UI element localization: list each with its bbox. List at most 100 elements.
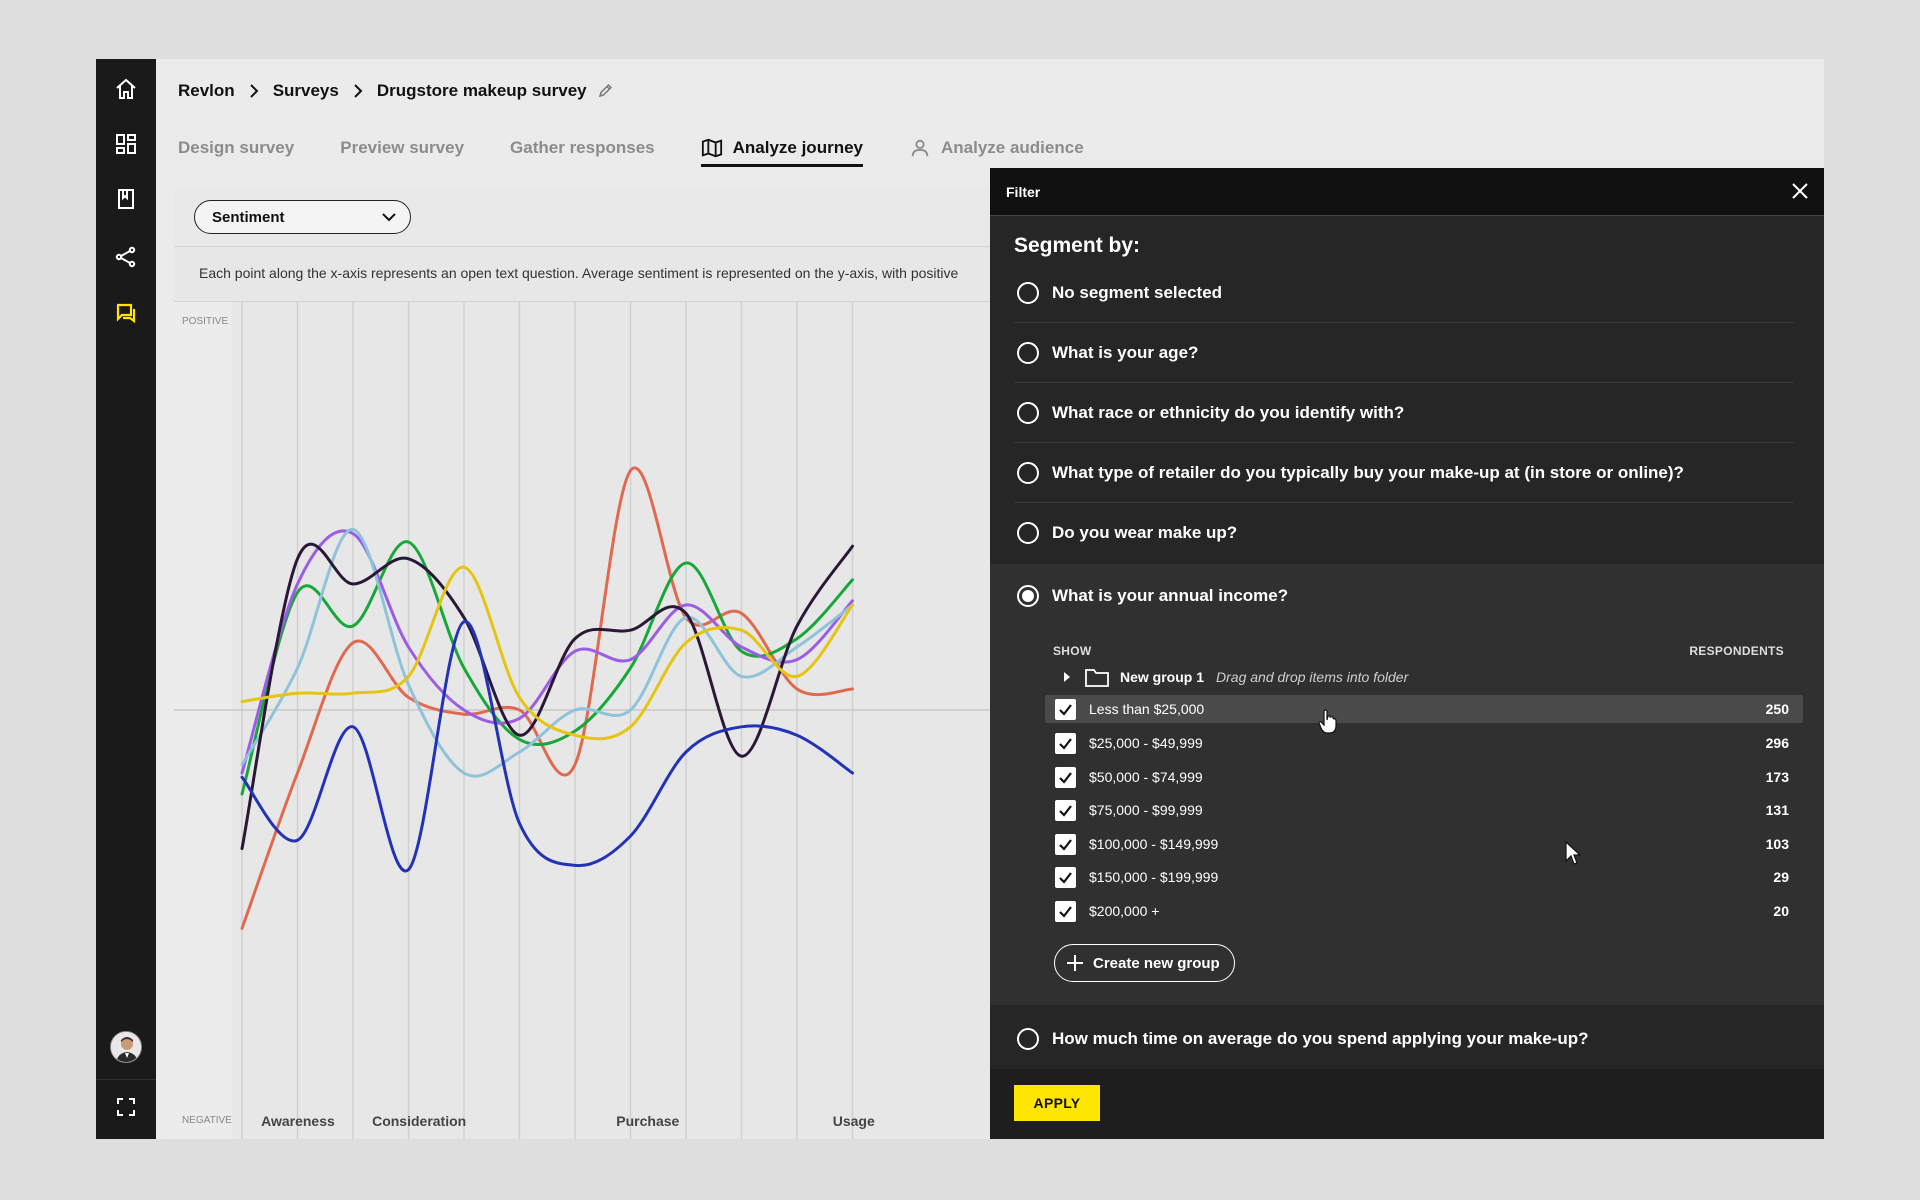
radio-button[interactable] <box>1017 461 1039 484</box>
hand-cursor-icon <box>1318 709 1337 734</box>
income-option-label: $100,000 - $149,999 <box>1089 836 1219 852</box>
respondent-count: 131 <box>1765 802 1789 818</box>
respondent-count: 173 <box>1765 769 1789 785</box>
radio-button[interactable] <box>1017 1028 1039 1050</box>
checkbox[interactable] <box>1055 698 1076 720</box>
tab-analyze-audience[interactable]: Analyze audience <box>909 129 1084 167</box>
chart-toolbar: Sentiment <box>174 187 1004 247</box>
group-hint: Drag and drop items into folder <box>1216 669 1409 685</box>
tab-preview-survey[interactable]: Preview survey <box>340 129 464 167</box>
segment-option-label: No segment selected <box>1052 282 1223 302</box>
tab-analyze-journey[interactable]: Analyze journey <box>700 129 864 167</box>
radio-button[interactable] <box>1017 281 1039 304</box>
income-option[interactable]: $25,000 - $49,999 296 <box>1045 729 1803 757</box>
tab-label: Analyze journey <box>732 138 863 157</box>
segment-option[interactable]: How much time on average do you spend ap… <box>1014 1009 1794 1069</box>
chevron-right-icon <box>339 84 377 98</box>
pencil-icon[interactable] <box>597 83 613 99</box>
income-option-label: $150,000 - $199,999 <box>1089 869 1219 885</box>
chevron-down-icon <box>382 213 396 222</box>
segment-option[interactable]: No segment selected <box>1014 263 1794 323</box>
person-icon <box>911 139 929 157</box>
segment-by-label: Segment by: <box>1014 234 1141 257</box>
stage-label: Usage <box>833 1113 875 1129</box>
chart-description: Each point along the x-axis represents a… <box>199 265 959 281</box>
breadcrumb-survey-name: Drugstore makeup survey <box>376 81 587 100</box>
segment-option[interactable]: What race or ethnicity do you identify w… <box>1014 383 1794 443</box>
income-option-label: $75,000 - $99,999 <box>1089 802 1203 818</box>
header: Revlon Surveys Drugstore makeup survey D… <box>156 59 1824 167</box>
create-new-group-button[interactable]: Create new group <box>1054 944 1235 982</box>
radio-button[interactable] <box>1017 401 1039 424</box>
income-option[interactable]: $150,000 - $199,999 29 <box>1045 863 1803 891</box>
stage-label: Purchase <box>616 1113 679 1129</box>
income-option-label: $25,000 - $49,999 <box>1089 735 1203 751</box>
breadcrumb-revlon[interactable]: Revlon <box>178 81 235 101</box>
metric-dropdown-value: Sentiment <box>212 208 285 226</box>
create-new-group-label: Create new group <box>1093 954 1220 972</box>
group-name: New group 1 <box>1120 669 1205 685</box>
left-rail <box>96 59 156 1139</box>
stage-label: Awareness <box>261 1113 335 1129</box>
breadcrumb-surveys[interactable]: Surveys <box>273 81 339 101</box>
share-icon[interactable] <box>109 240 143 274</box>
segment-option-label: What race or ethnicity do you identify w… <box>1052 402 1405 422</box>
checkbox[interactable] <box>1055 732 1076 754</box>
y-label-negative: NEGATIVE <box>182 1115 232 1126</box>
checkbox[interactable] <box>1055 766 1076 788</box>
tab-label: Gather responses <box>510 138 655 157</box>
respondent-count: 29 <box>1773 869 1789 885</box>
apply-button[interactable]: APPLY <box>1014 1085 1100 1121</box>
segment-option[interactable]: What type of retailer do you typically b… <box>1014 443 1794 503</box>
filter-title: Filter <box>1006 184 1041 200</box>
income-option[interactable]: $100,000 - $149,999 103 <box>1045 830 1803 858</box>
respondent-count: 103 <box>1765 836 1789 852</box>
segment-option-label: What is your annual income? <box>1052 586 1289 605</box>
tab-bar: Design survey Preview survey Gather resp… <box>178 129 1130 167</box>
segment-option-label: What type of retailer do you typically b… <box>1052 462 1684 482</box>
dashboard-icon[interactable] <box>109 127 143 161</box>
segment-option[interactable]: Do you wear make up? <box>1014 503 1794 563</box>
checkbox[interactable] <box>1055 799 1076 821</box>
filter-header: Filter <box>990 168 1824 216</box>
radio-button[interactable] <box>1017 522 1039 544</box>
plus-icon <box>1067 955 1083 971</box>
checkbox[interactable] <box>1055 833 1076 855</box>
income-option[interactable]: $75,000 - $99,999 131 <box>1045 796 1803 824</box>
book-icon[interactable] <box>109 182 143 216</box>
income-option[interactable]: $200,000 + 20 <box>1045 897 1803 925</box>
journey-chart-panel: Sentiment Each point along the x-axis re… <box>174 187 1004 1139</box>
radio-button-selected[interactable] <box>1017 585 1039 607</box>
map-icon <box>701 138 722 158</box>
income-segment-expanded: What is your annual income? SHOW RESPOND… <box>990 564 1824 1005</box>
checkbox[interactable] <box>1055 866 1076 888</box>
checkbox[interactable] <box>1055 900 1076 922</box>
filter-panel: Filter Segment by: No segment selected W… <box>990 168 1824 1139</box>
segment-option[interactable]: What is your age? <box>1014 323 1794 383</box>
income-option[interactable]: $50,000 - $74,999 173 <box>1045 763 1803 791</box>
segment-option-selected[interactable]: What is your annual income? <box>1014 564 1288 628</box>
group-folder-row[interactable]: New group 1 Drag and drop items into fol… <box>1062 664 1408 690</box>
series-line-6 <box>240 565 854 741</box>
sentiment-line-chart: POSITIVE NEGATIVE Awareness Consideration… <box>174 302 1004 1139</box>
tab-gather-responses[interactable]: Gather responses <box>510 129 655 167</box>
income-option-label: Less than $25,000 <box>1089 701 1205 717</box>
user-avatar[interactable] <box>110 1031 142 1063</box>
series-line-7 <box>240 620 854 873</box>
caret-right-icon[interactable] <box>1062 671 1072 683</box>
close-icon[interactable] <box>1788 179 1812 203</box>
income-option[interactable]: Less than $25,000 250 <box>1045 695 1803 723</box>
respondent-count: 296 <box>1765 735 1789 751</box>
radio-button[interactable] <box>1017 341 1039 364</box>
respondents-column-header: RESPONDENTS <box>1689 644 1784 658</box>
tab-design-survey[interactable]: Design survey <box>178 129 294 167</box>
stage-label: Consideration <box>372 1113 466 1129</box>
home-icon[interactable] <box>109 72 143 106</box>
segment-option-label: How much time on average do you spend ap… <box>1052 1029 1589 1048</box>
metric-dropdown[interactable]: Sentiment <box>194 200 411 234</box>
respondent-count: 20 <box>1773 903 1789 919</box>
rail-divider <box>96 1079 156 1080</box>
segment-option-label: What is your age? <box>1052 342 1199 362</box>
fullscreen-icon[interactable] <box>109 1090 143 1124</box>
chat-icon[interactable] <box>109 296 143 330</box>
